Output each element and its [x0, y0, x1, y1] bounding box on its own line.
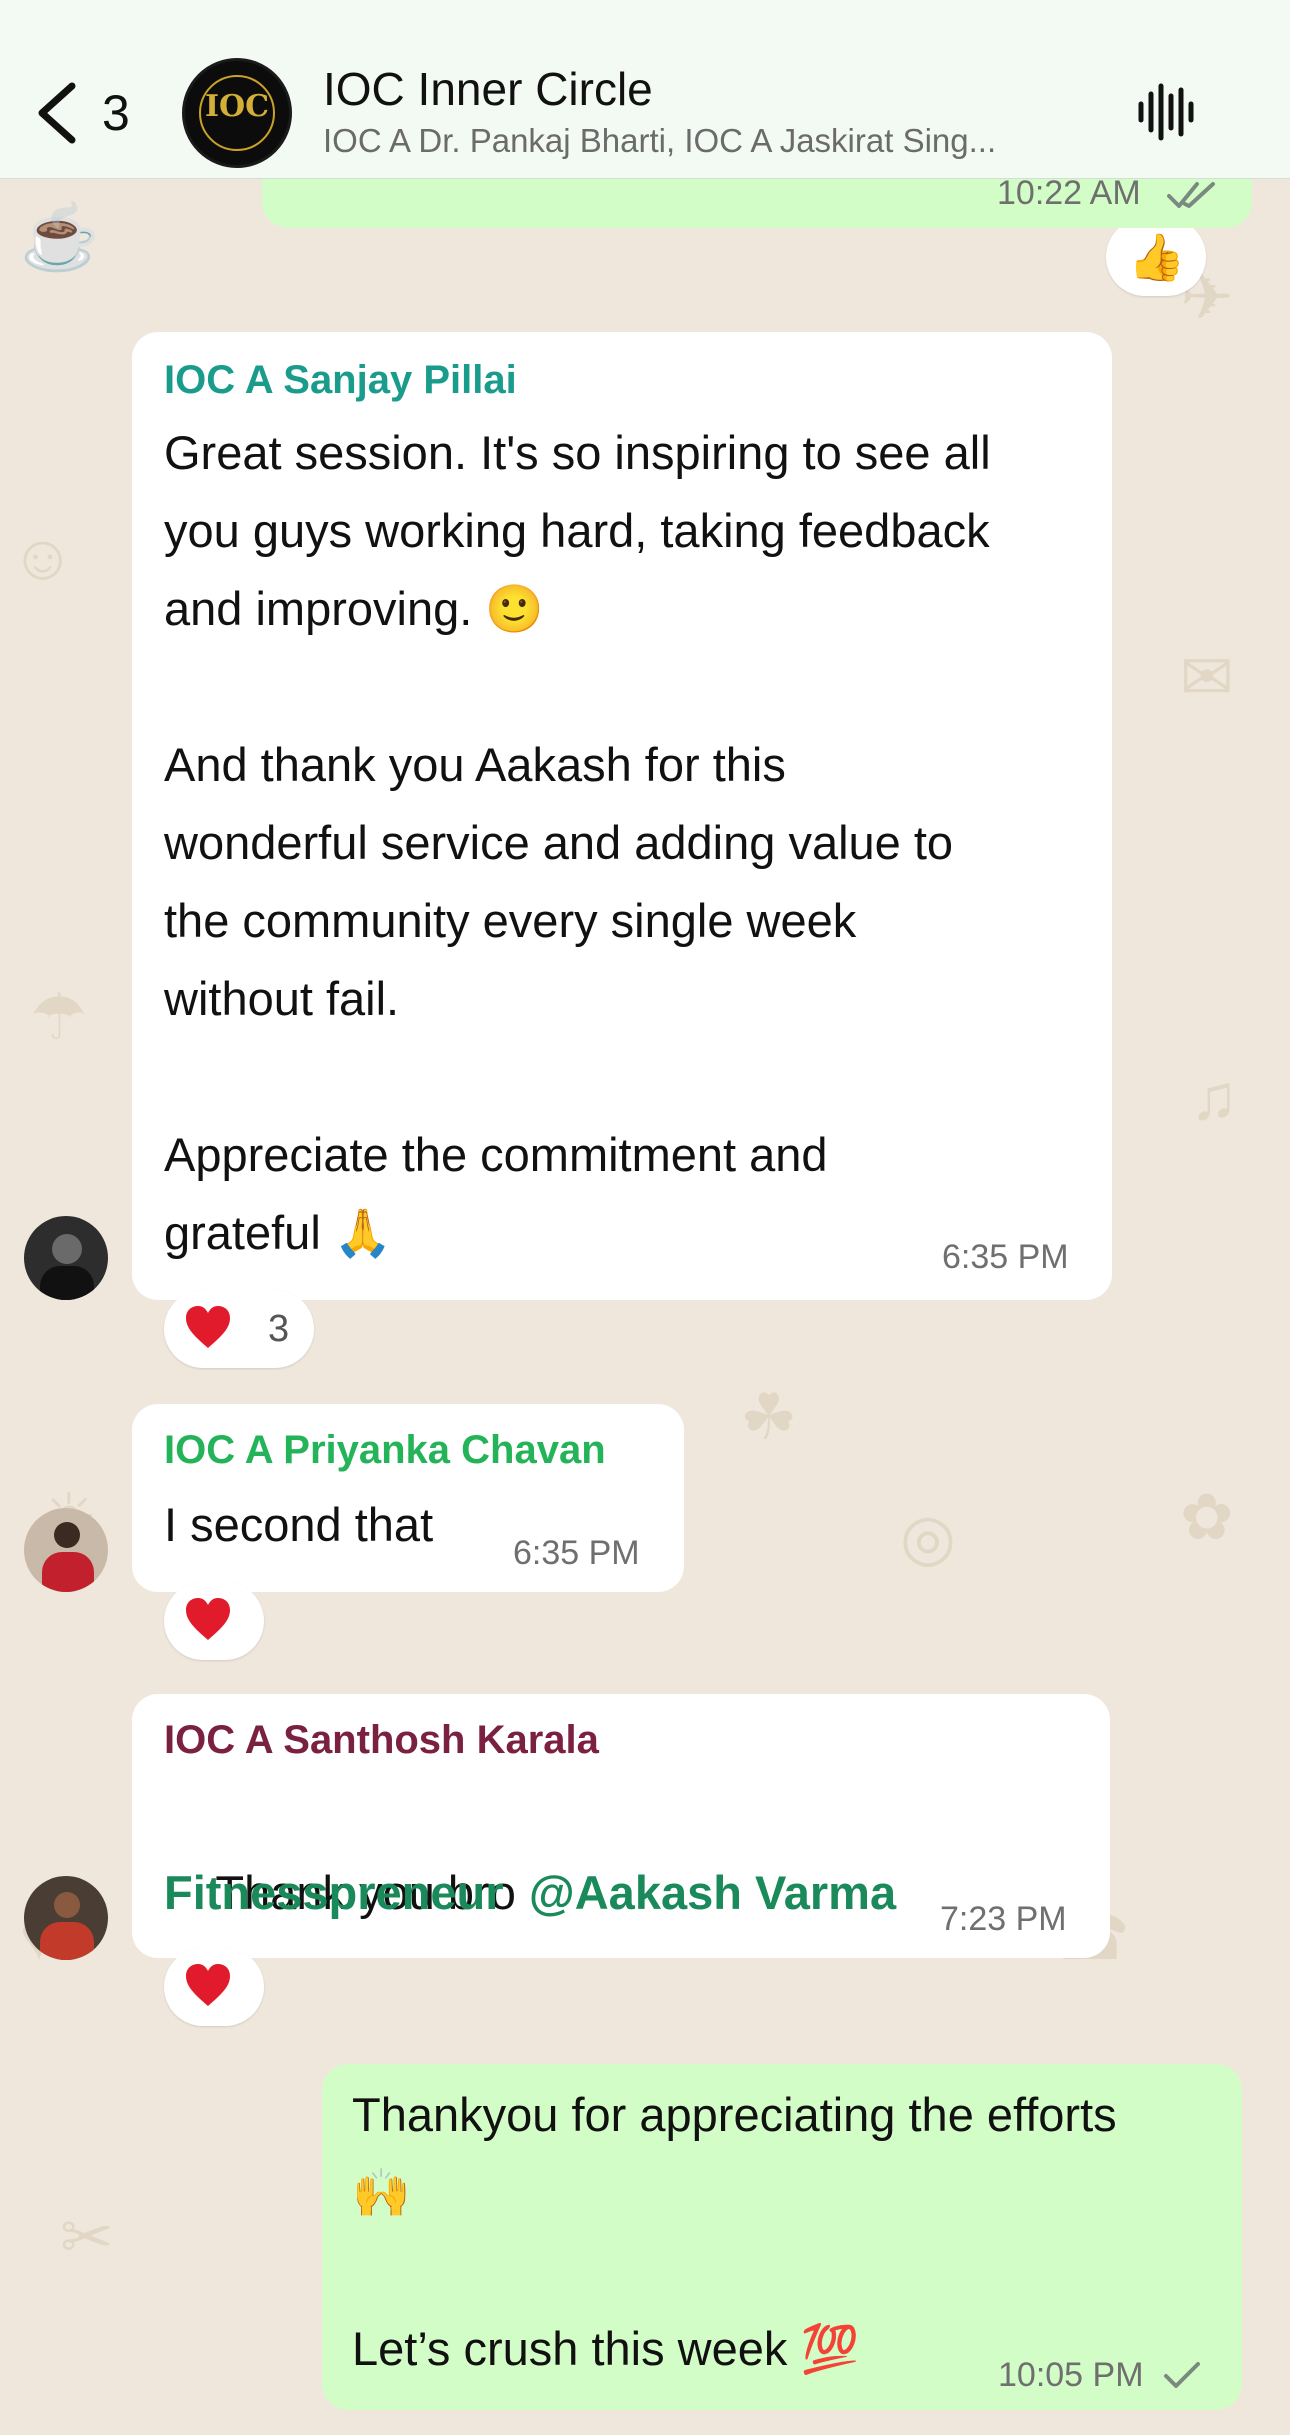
reaction-badge[interactable]: 3: [164, 1290, 314, 1368]
message-line: and improving. 🙂: [164, 582, 544, 635]
reaction-badge[interactable]: 👍: [1106, 218, 1206, 296]
group-avatar[interactable]: IOC: [182, 58, 292, 168]
message-line: Appreciate the commitment and: [164, 1128, 828, 1181]
sender-name: IOC A Sanjay Pillai: [164, 358, 517, 402]
message-line: wonderful service and adding value to: [164, 816, 954, 869]
message-text: I second that: [164, 1498, 434, 1551]
message-line: without fail.: [164, 972, 400, 1025]
message-line: And thank you Aakash for this: [164, 738, 786, 791]
heart-icon: [186, 1306, 230, 1348]
chat-title[interactable]: IOC Inner Circle: [323, 62, 653, 116]
sender-name: IOC A Santhosh Karala: [164, 1718, 599, 1762]
message-time: 7:23 PM: [940, 1900, 1067, 1938]
mention-link[interactable]: Fitnesspreneur: [164, 1854, 504, 1932]
incoming-message[interactable]: IOC A Santhosh Karala Thank you bro @Aak…: [132, 1694, 1110, 1958]
reaction-count: 3: [268, 1308, 290, 1350]
avatar[interactable]: [24, 1508, 108, 1592]
heart-icon: [186, 1598, 230, 1640]
chevron-left-icon[interactable]: [30, 78, 86, 148]
single-check-icon: [1164, 2362, 1200, 2388]
waveform-icon[interactable]: [1135, 82, 1195, 142]
message-time: 6:35 PM: [513, 1534, 640, 1572]
message-line: Let’s crush this week 💯: [352, 2322, 859, 2375]
message-time: 10:22 AM: [997, 174, 1141, 212]
sender-name: IOC A Priyanka Chavan: [164, 1428, 606, 1472]
avatar[interactable]: [24, 1216, 108, 1300]
reaction-badge[interactable]: [164, 1948, 264, 2026]
group-logo-text: IOC: [204, 89, 270, 124]
chat-header: 3 IOC IOC Inner Circle IOC A Dr. Pankaj …: [0, 0, 1290, 179]
reaction-badge[interactable]: [164, 1582, 264, 1660]
message-line: Thankyou for appreciating the efforts: [352, 2088, 1117, 2141]
outgoing-message[interactable]: Thankyou for appreciating the efforts 🙌 …: [322, 2064, 1242, 2410]
message-line: Great session. It's so inspiring to see …: [164, 426, 991, 479]
chat-members[interactable]: IOC A Dr. Pankaj Bharti, IOC A Jaskirat …: [323, 122, 996, 160]
incoming-message[interactable]: IOC A Priyanka Chavan I second that 6:35…: [132, 1404, 684, 1592]
message-line: the community every single week: [164, 894, 857, 947]
message-line: 🙌: [352, 2166, 411, 2219]
message-time: 6:35 PM: [942, 1238, 1069, 1276]
avatar[interactable]: [24, 1876, 108, 1960]
double-check-icon: [1167, 182, 1215, 208]
mention-link[interactable]: @Aakash Varma: [529, 1866, 896, 1919]
message-line: grateful 🙏: [164, 1206, 393, 1259]
incoming-message[interactable]: IOC A Sanjay Pillai Great session. It's …: [132, 332, 1112, 1300]
message-line: you guys working hard, taking feedback: [164, 504, 990, 557]
thumbs-up-icon: 👍: [1128, 231, 1186, 283]
unread-count[interactable]: 3: [102, 84, 130, 142]
message-time: 10:05 PM: [998, 2356, 1144, 2394]
heart-icon: [186, 1964, 230, 2006]
